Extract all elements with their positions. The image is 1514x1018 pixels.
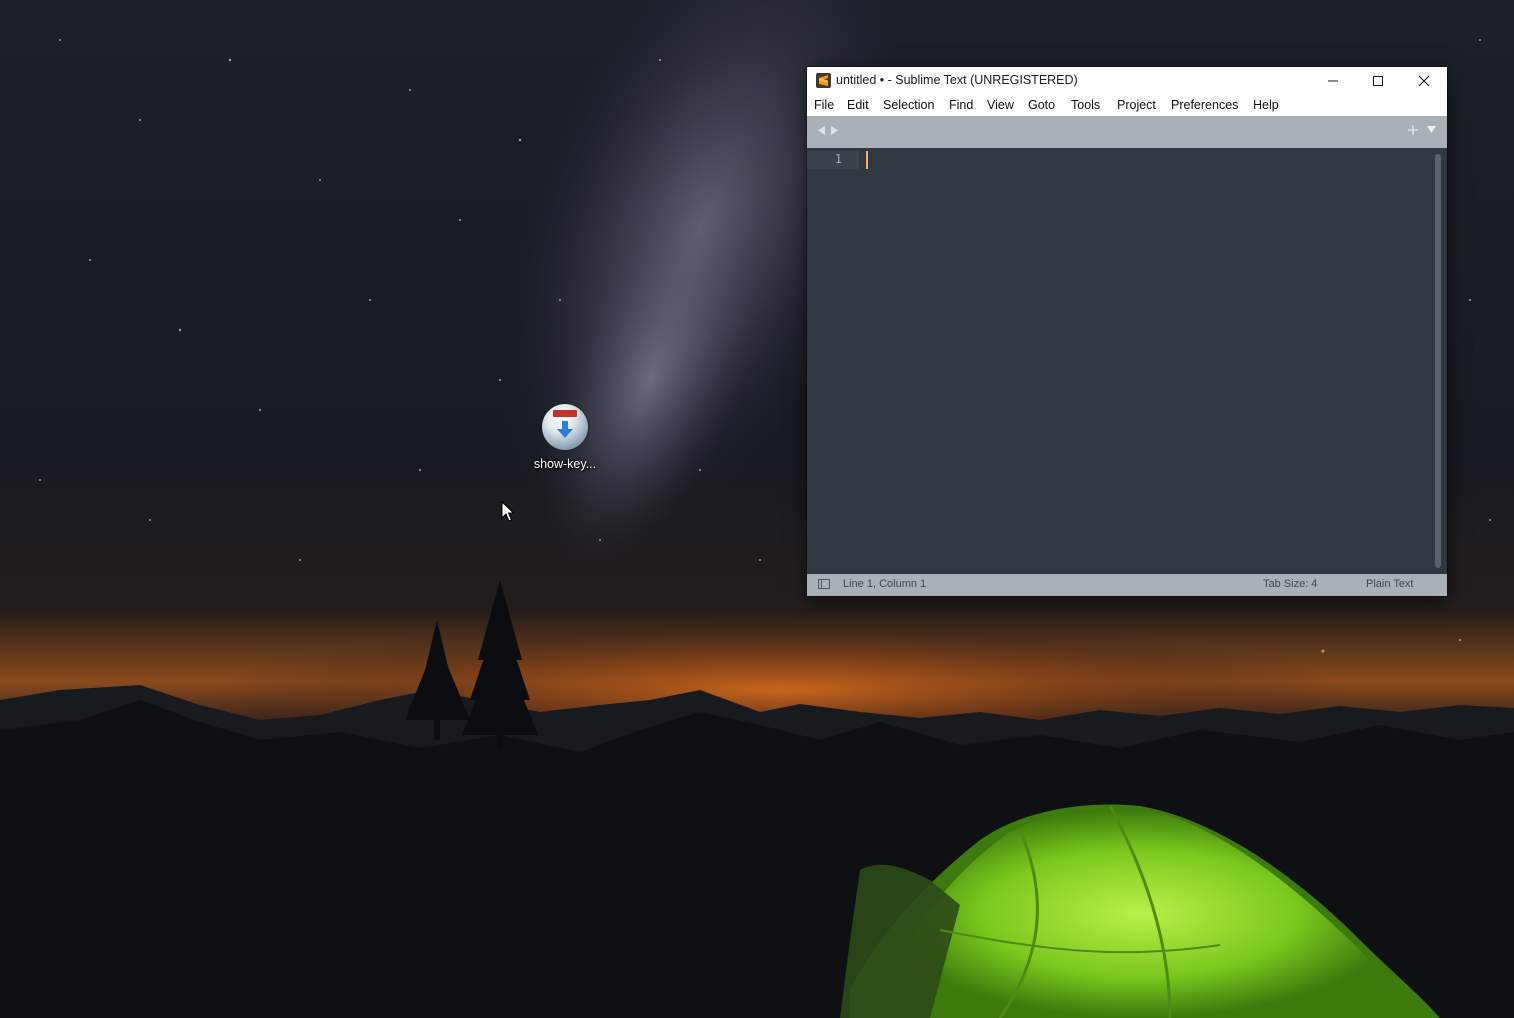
menu-find[interactable]: Find [949, 98, 973, 112]
plus-icon[interactable] [1407, 124, 1419, 136]
close-icon [1418, 75, 1430, 87]
menu-file[interactable]: File [814, 98, 834, 112]
line-number: 1 [834, 152, 842, 166]
menu-view[interactable]: View [987, 98, 1014, 112]
line-gutter: 1 [807, 148, 859, 574]
maximize-button[interactable] [1355, 67, 1401, 94]
minimize-button[interactable] [1310, 67, 1356, 94]
desktop-icon-label: show-key... [533, 457, 597, 471]
window-title: untitled • - Sublime Text (UNREGISTERED) [836, 73, 1078, 87]
maximize-icon [1373, 76, 1383, 86]
menu-selection[interactable]: Selection [883, 98, 934, 112]
minimize-icon [1328, 80, 1338, 82]
mouse-pointer-icon [501, 501, 515, 522]
close-button[interactable] [1401, 67, 1447, 94]
status-bar: Line 1, Column 1 Tab Size: 4 Plain Text [807, 574, 1447, 596]
status-cursor-position: Line 1, Column 1 [843, 578, 927, 590]
editor-area[interactable]: 1 [807, 148, 1447, 574]
menu-goto[interactable]: Goto [1028, 98, 1055, 112]
status-syntax[interactable]: Plain Text [1366, 578, 1414, 590]
menu-help[interactable]: Help [1253, 98, 1279, 112]
sublime-text-window[interactable]: untitled • - Sublime Text (UNREGISTERED)… [807, 67, 1447, 596]
chevron-right-icon[interactable] [830, 125, 839, 136]
chevron-left-icon[interactable] [817, 125, 826, 136]
menu-tools[interactable]: Tools [1071, 98, 1100, 112]
desktop: show-key... untitled • - Sublime Text (U… [0, 0, 1514, 1018]
sublime-text-icon [816, 73, 831, 88]
menu-edit[interactable]: Edit [847, 98, 869, 112]
panel-toggle-icon[interactable] [818, 579, 830, 589]
title-bar[interactable]: untitled • - Sublime Text (UNREGISTERED) [807, 67, 1447, 94]
menu-preferences[interactable]: Preferences [1171, 98, 1238, 112]
show-key-app-icon [542, 404, 588, 450]
chevron-down-icon[interactable] [1426, 125, 1437, 134]
tab-bar [807, 116, 1447, 148]
status-tab-size[interactable]: Tab Size: 4 [1263, 578, 1317, 590]
vertical-scrollbar[interactable] [1435, 154, 1441, 568]
menu-bar: File Edit Selection Find View Goto Tools… [807, 94, 1447, 116]
text-caret [866, 151, 868, 169]
desktop-shortcut-show-key[interactable]: show-key... [526, 404, 604, 471]
menu-project[interactable]: Project [1117, 98, 1156, 112]
